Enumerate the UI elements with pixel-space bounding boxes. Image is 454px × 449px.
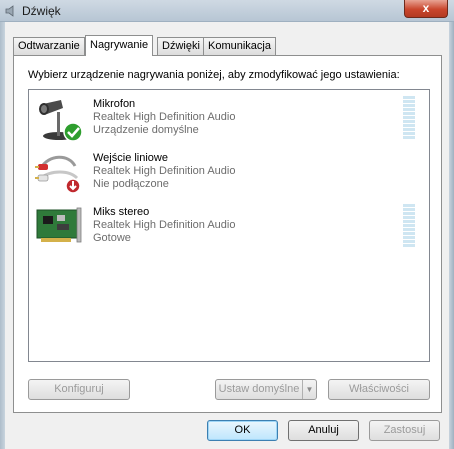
window-title: Dźwięk [22,4,61,18]
unplugged-arrow-icon [65,178,81,194]
device-item-microphone[interactable]: Mikrofon Realtek High Definition Audio U… [29,92,429,144]
line-in-cable-icon [35,155,81,194]
set-default-label: Ustaw domyślne [218,383,300,395]
chevron-down-icon[interactable]: ▼ [302,380,316,399]
device-name: Mikrofon [93,98,136,110]
device-driver: Realtek High Definition Audio [93,219,236,231]
device-name: Miks stereo [93,206,150,218]
device-item-line-in[interactable]: Wejście liniowe Realtek High Definition … [29,146,429,198]
ok-button[interactable]: OK [207,420,278,441]
device-status: Gotowe [93,232,131,244]
device-list[interactable]: Mikrofon Realtek High Definition Audio U… [28,89,430,362]
tab-playback[interactable]: Odtwarzanie [13,37,85,55]
set-default-button[interactable]: Ustaw domyślne ▼ [215,379,317,400]
title-bar[interactable]: Dźwięk x [0,0,454,22]
device-status: Nie podłączone [93,178,169,190]
tab-sounds[interactable]: Dźwięki [157,37,205,55]
tab-recording[interactable]: Nagrywanie [85,35,154,56]
properties-button[interactable]: Właściwości [328,379,430,400]
device-status: Urządzenie domyślne [93,124,199,136]
sound-card-icon [36,207,82,243]
instruction-text: Wybierz urządzenie nagrywania poniżej, a… [28,69,400,81]
default-check-icon [63,122,83,142]
microphone-icon [39,100,83,142]
speaker-icon [5,5,14,17]
dialog-client: Odtwarzanie Nagrywanie Dźwięki Komunikac… [5,22,449,449]
tab-communications[interactable]: Komunikacja [203,37,276,55]
cancel-button[interactable]: Anuluj [288,420,359,441]
device-name: Wejście liniowe [93,152,168,164]
recording-panel: Wybierz urządzenie nagrywania poniżej, a… [13,55,442,413]
device-item-stereo-mix[interactable]: Miks stereo Realtek High Definition Audi… [29,200,429,252]
level-meter [403,96,415,142]
configure-button[interactable]: Konfiguruj [28,379,130,400]
device-driver: Realtek High Definition Audio [93,111,236,123]
apply-button[interactable]: Zastosuj [369,420,440,441]
window-frame-right [449,22,454,449]
level-meter [403,204,415,250]
device-driver: Realtek High Definition Audio [93,165,236,177]
close-button[interactable]: x [404,0,448,18]
